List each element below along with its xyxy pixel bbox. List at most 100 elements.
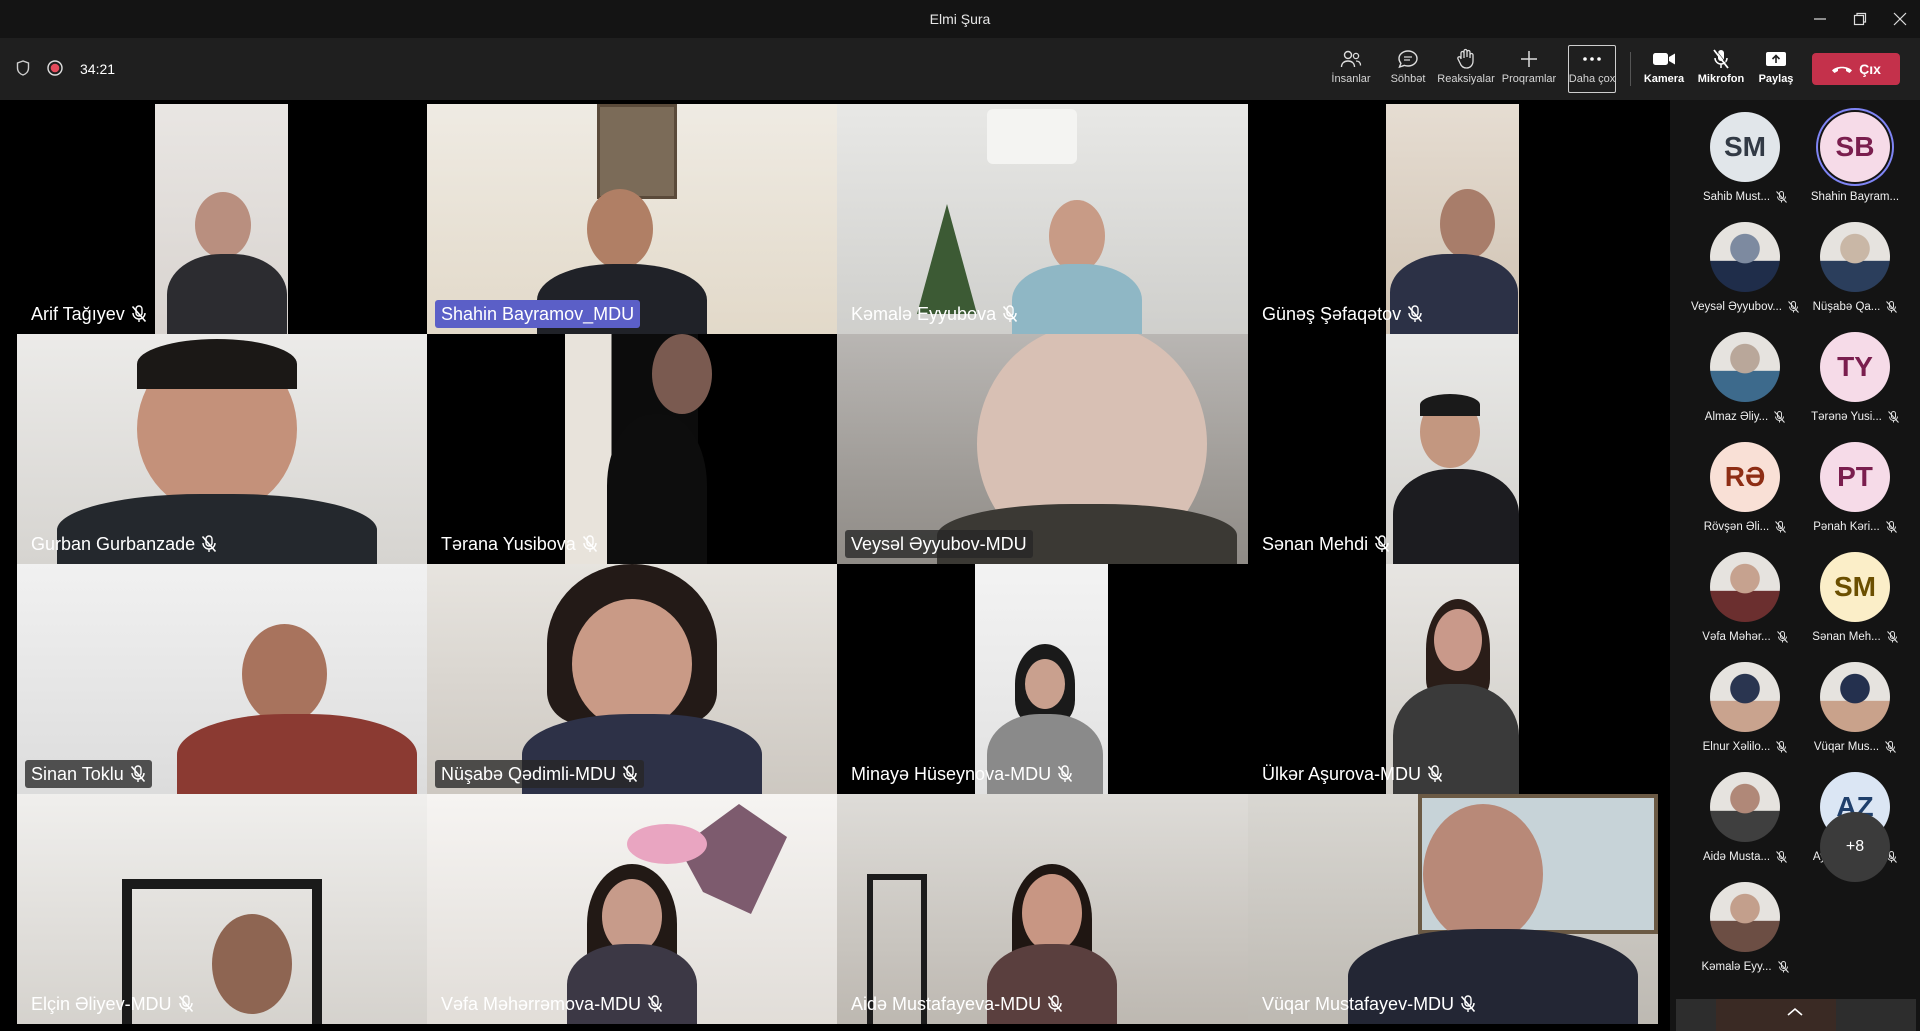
apps-label: Proqramlar	[1501, 73, 1557, 85]
video-tile[interactable]: Tərana Yusibova	[427, 334, 837, 564]
more-icon	[1583, 57, 1601, 61]
roster-name: Kəmalə Eyy...	[1701, 961, 1772, 973]
mic-off-icon	[1885, 521, 1897, 533]
meeting-timer: 34:21	[80, 61, 116, 77]
chat-icon	[1398, 50, 1418, 69]
participant-name-badge: Veysəl Əyyubov-MDU	[845, 530, 1033, 558]
video-tile[interactable]: Veysəl Əyyubov-MDU	[837, 334, 1248, 564]
roster-participant[interactable]: Nüşabə Qa...	[1800, 210, 1910, 320]
mic-off-icon	[582, 535, 598, 553]
participant-name: Vəfa Məhərrəmova-MDU	[441, 993, 642, 1014]
roster-participant[interactable]: SB Shahin Bayram...	[1800, 100, 1910, 210]
participant-name-badge: Aidə Mustafayeva-MDU	[845, 990, 1069, 1018]
mic-off-icon	[1776, 851, 1787, 863]
roster-name-row: Vüqar Mus...	[1800, 741, 1910, 753]
participant-photo-avatar	[1820, 222, 1890, 292]
mic-off-icon	[1427, 765, 1443, 783]
roster-name: Sahib Must...	[1702, 191, 1771, 203]
roster-participant[interactable]: Elnur Xəlilo...	[1690, 650, 1800, 760]
participant-name: Elçin Əliyev-MDU	[31, 993, 172, 1014]
close-window-button[interactable]	[1882, 4, 1918, 34]
roster-name: Veysəl Əyyubov...	[1691, 301, 1782, 313]
participant-name-badge: Günəş Şəfaqətov	[1256, 300, 1429, 328]
roster-name-row: Nüşabə Qa...	[1800, 301, 1910, 313]
roster-participant[interactable]: Vüqar Mus...	[1800, 650, 1910, 760]
participant-initials-avatar: SM	[1710, 112, 1780, 182]
mic-off-icon	[1777, 961, 1789, 973]
shield-icon	[16, 60, 30, 76]
participant-name-badge: Ülkər Aşurova-MDU	[1256, 760, 1449, 788]
mic-off-icon	[1047, 995, 1063, 1013]
video-tile[interactable]: Aidə Mustafayeva-MDU	[837, 794, 1248, 1024]
roster-name-row: Vəfa Məhər...	[1690, 631, 1800, 643]
participant-photo-avatar	[1710, 552, 1780, 622]
roster-name-row: Pənah Kəri...	[1800, 521, 1910, 533]
video-tile[interactable]: Nüşabə Qədimli-MDU	[427, 564, 837, 794]
camera-button[interactable]: Kamera	[1635, 46, 1693, 92]
mic-off-icon	[130, 765, 146, 783]
participant-initials-avatar: TY	[1820, 332, 1890, 402]
roster-name: Tərənə Yusi...	[1811, 411, 1882, 423]
roster-participant[interactable]: Veysəl Əyyubov...	[1690, 210, 1800, 320]
roster-participant[interactable]: Almaz Əliy...	[1690, 320, 1800, 430]
roster-participant[interactable]: TY Tərənə Yusi...	[1800, 320, 1910, 430]
roster-name-row: Shahin Bayram...	[1800, 191, 1910, 203]
roster-participant[interactable]: SM Sahib Must...	[1690, 100, 1800, 210]
people-button[interactable]: İnsanlar	[1322, 46, 1380, 92]
roster-participant[interactable]: Aidə Musta...	[1690, 760, 1800, 870]
participant-name-badge: Gurban Gurbanzade	[25, 530, 223, 558]
participant-name: Nüşabə Qədimli-MDU	[441, 763, 617, 784]
participant-name-badge: Vüqar Mustafayev-MDU	[1256, 990, 1482, 1018]
mic-off-icon	[178, 995, 194, 1013]
participant-name: Tərana Yusibova	[441, 533, 576, 554]
roster-participant[interactable]: Vəfa Məhər...	[1690, 540, 1800, 650]
minimize-button[interactable]	[1802, 4, 1838, 34]
raise-hand-icon	[1457, 48, 1474, 69]
more-participants-cell[interactable]: +8	[1800, 800, 1910, 910]
restore-button[interactable]	[1842, 4, 1878, 34]
video-tile[interactable]: Sinan Toklu	[17, 564, 427, 794]
video-tile[interactable]: Sənan Mehdi	[1248, 334, 1658, 564]
mic-off-icon	[1002, 305, 1018, 323]
leave-button[interactable]: Çıx	[1812, 53, 1900, 85]
mic-off-icon	[1057, 765, 1073, 783]
roster-participant[interactable]: RƏ Rövşən Əli...	[1690, 430, 1800, 540]
mic-off-icon	[1886, 631, 1898, 643]
video-tile[interactable]: Vəfa Məhərrəmova-MDU	[427, 794, 837, 1024]
reactions-button[interactable]: Reaksiyalar	[1437, 46, 1495, 92]
video-tile[interactable]: Ülkər Aşurova-MDU	[1248, 564, 1658, 794]
roster-name: Vüqar Mus...	[1813, 741, 1880, 753]
meeting-toolbar: 34:21 İnsanlar Söhbət Reaksiyalar Proqra…	[0, 38, 1920, 100]
video-tile[interactable]: Shahin Bayramov_MDU	[427, 104, 837, 334]
video-tile[interactable]: Kəmalə Eyyubova	[837, 104, 1248, 334]
video-tile[interactable]: Arif Tağıyev	[17, 104, 427, 334]
chat-button[interactable]: Söhbət	[1379, 46, 1437, 92]
more-button[interactable]: Daha çox	[1568, 45, 1616, 93]
mic-off-icon	[1407, 305, 1423, 323]
video-grid: Arif Tağıyev Shahin Bayramov_MDU Kəmalə …	[0, 100, 1670, 1031]
leave-label: Çıx	[1859, 61, 1881, 77]
chevron-up-icon	[1787, 1007, 1803, 1016]
roster-expand-strip[interactable]	[1676, 999, 1916, 1031]
video-tile[interactable]: Günəş Şəfaqətov	[1248, 104, 1658, 334]
video-tile[interactable]: Elçin Əliyev-MDU	[17, 794, 427, 1024]
participant-initials-avatar: SB	[1820, 112, 1890, 182]
video-tile[interactable]: Gurban Gurbanzade	[17, 334, 427, 564]
roster-participant[interactable]: Kəmalə Eyy...	[1690, 870, 1800, 980]
participant-name-badge: Sinan Toklu	[25, 760, 152, 788]
roster-participant[interactable]: SM Sənan Meh...	[1800, 540, 1910, 650]
participant-name: Aidə Mustafayeva-MDU	[851, 993, 1042, 1014]
more-participants-button[interactable]: +8	[1820, 812, 1890, 882]
apps-button[interactable]: Proqramlar	[1500, 46, 1558, 92]
roster-name: Aidə Musta...	[1702, 851, 1771, 863]
chat-label: Söhbət	[1390, 73, 1426, 85]
mic-off-icon	[201, 535, 217, 553]
video-tile[interactable]: Vüqar Mustafayev-MDU	[1248, 794, 1658, 1024]
video-tile[interactable]: Minayə Hüseynova-MDU	[837, 564, 1248, 794]
roster-participant[interactable]: PT Pənah Kəri...	[1800, 430, 1910, 540]
people-icon	[1340, 50, 1362, 68]
mic-button[interactable]: Mikrofon	[1692, 46, 1750, 92]
title-bar: Elmi Şura	[0, 0, 1920, 38]
roster-name: Shahin Bayram...	[1810, 191, 1900, 203]
share-button[interactable]: Paylaş	[1747, 46, 1805, 92]
